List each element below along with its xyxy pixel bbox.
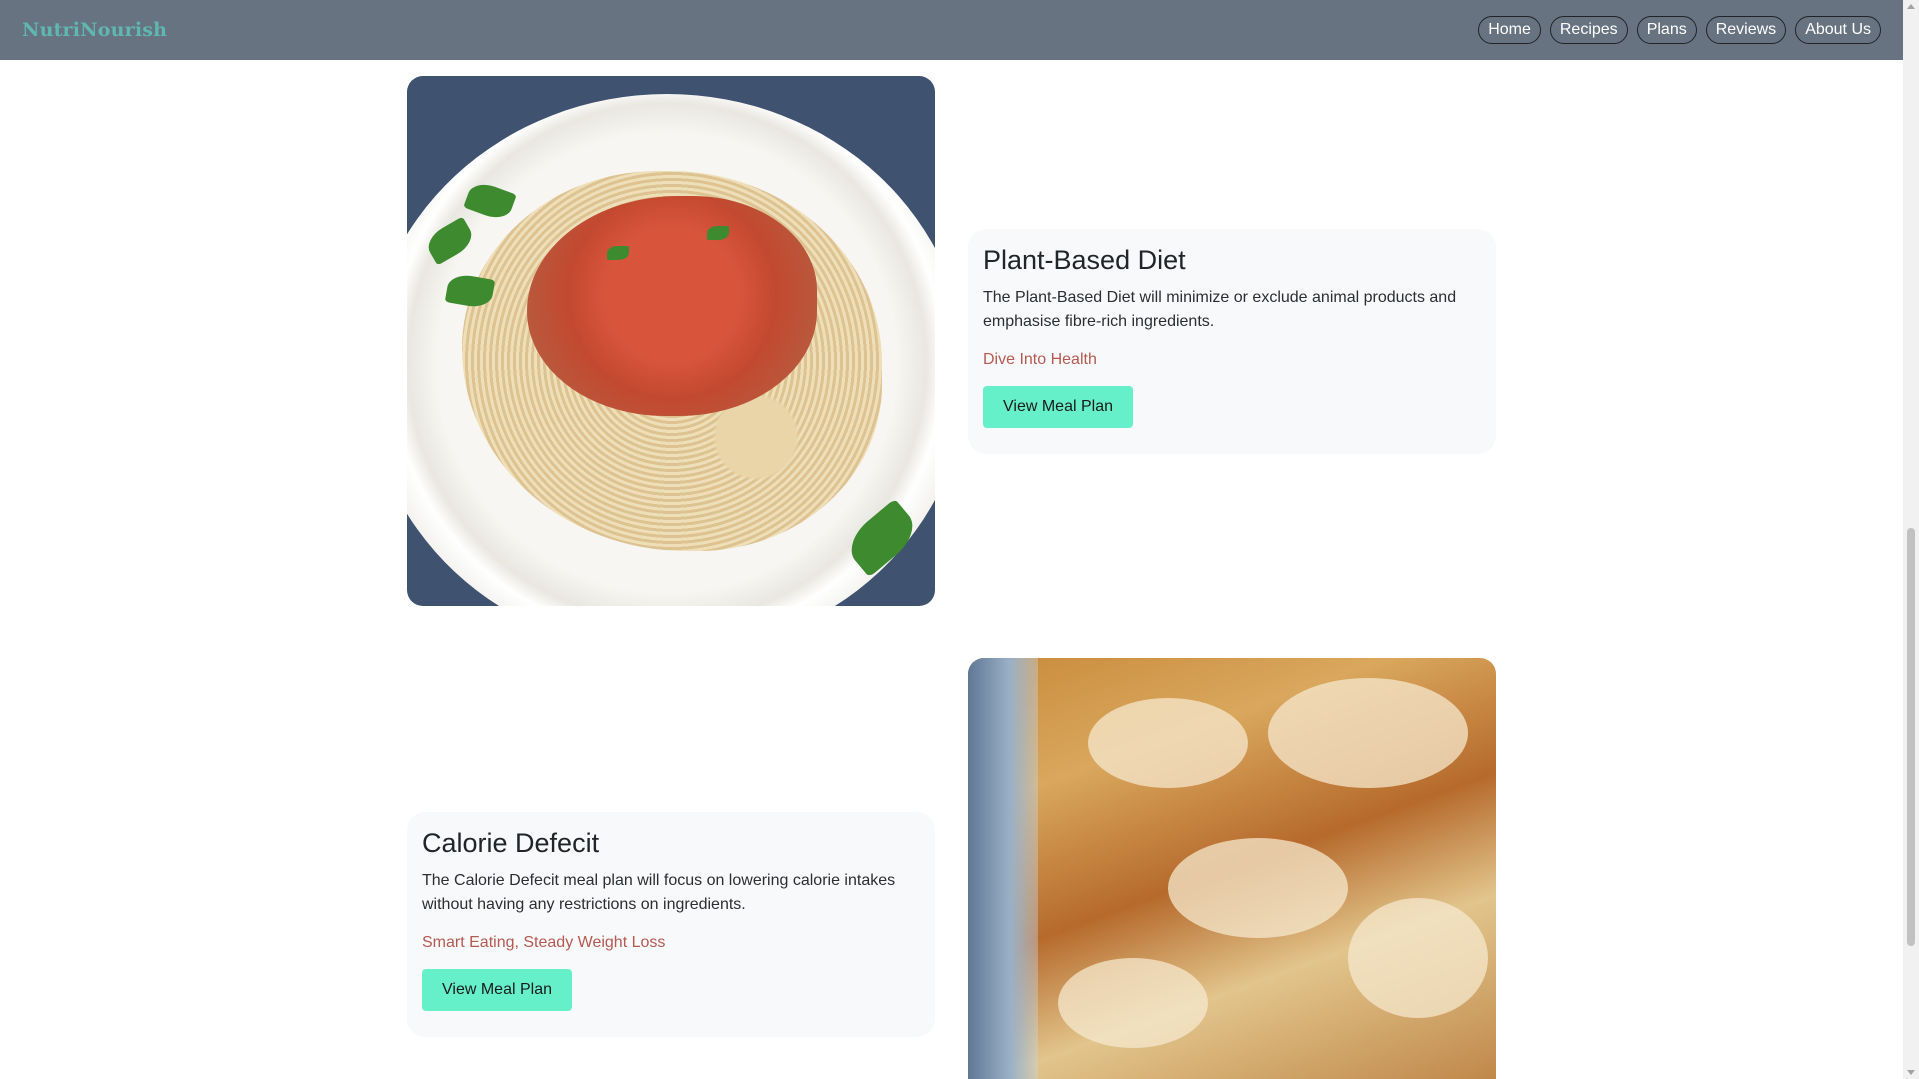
view-meal-plan-button[interactable]: View Meal Plan (422, 969, 572, 1011)
nav-link-about-us[interactable]: About Us (1795, 16, 1881, 44)
plan-title: Calorie Defecit (422, 828, 600, 858)
plan-tagline: Dive Into Health (983, 351, 1097, 368)
plan-tagline: Smart Eating, Steady Weight Loss (422, 934, 666, 951)
herb-leaf (607, 246, 629, 260)
plan-description: The Plant-Based Diet will minimize or ex… (983, 289, 1457, 330)
nav-link-plans[interactable]: Plans (1636, 16, 1697, 44)
page-scrollbar[interactable] (1903, 0, 1919, 1079)
scroll-down-arrow-icon[interactable] (1907, 1070, 1915, 1075)
chicken-topping (527, 196, 817, 416)
nav-links: Home Recipes Plans Reviews About Us (1478, 16, 1881, 44)
scroll-thumb[interactable] (1907, 528, 1915, 946)
scroll-up-arrow-icon[interactable] (1907, 4, 1915, 9)
nav-link-reviews[interactable]: Reviews (1705, 16, 1787, 44)
cheese-patch (1058, 958, 1208, 1048)
plan-title: Plant-Based Diet (983, 245, 1186, 275)
nav-link-home[interactable]: Home (1478, 16, 1541, 44)
plan-card-plant-based: Plant-Based Diet The Plant-Based Diet wi… (968, 229, 1496, 454)
nav-link-recipes[interactable]: Recipes (1549, 16, 1628, 44)
baking-dish-edge (968, 658, 1038, 1079)
herb-leaf (707, 226, 729, 240)
plan-card-calorie-defecit: Calorie Defecit The Calorie Defecit meal… (407, 812, 935, 1037)
cheese-patch (1348, 898, 1488, 1018)
brand-logo[interactable]: NutriNourish (22, 19, 167, 41)
cheese-patch (1268, 678, 1468, 788)
plan-description: The Calorie Defecit meal plan will focus… (422, 872, 896, 913)
view-meal-plan-button[interactable]: View Meal Plan (983, 386, 1133, 428)
calorie-defecit-image (968, 658, 1496, 1079)
cheese-patch (1168, 838, 1348, 938)
cheese-patch (1088, 698, 1248, 788)
page: NutriNourish Home Recipes Plans Reviews … (0, 0, 1919, 1079)
navbar: NutriNourish Home Recipes Plans Reviews … (0, 0, 1903, 60)
plant-based-diet-image (407, 76, 935, 606)
